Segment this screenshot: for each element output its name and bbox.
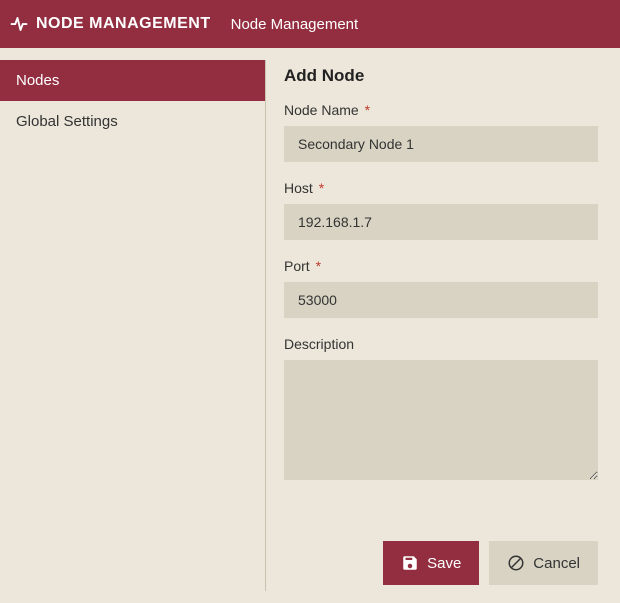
sidebar-item-global-settings[interactable]: Global Settings <box>0 101 265 142</box>
field-group-description: Description <box>284 336 598 485</box>
form-heading: Add Node <box>284 66 598 86</box>
label-text: Port <box>284 258 310 274</box>
field-group-port: Port * <box>284 258 598 318</box>
save-icon <box>401 554 419 572</box>
sidebar-item-nodes[interactable]: Nodes <box>0 60 265 101</box>
label-text: Host <box>284 180 313 196</box>
sidebar: Nodes Global Settings <box>0 48 265 603</box>
description-textarea[interactable] <box>284 360 598 480</box>
label-node-name: Node Name * <box>284 102 598 118</box>
cancel-button[interactable]: Cancel <box>489 541 598 585</box>
sidebar-item-label: Global Settings <box>16 113 118 130</box>
node-name-input[interactable] <box>284 126 598 162</box>
required-marker: * <box>365 102 370 118</box>
cancel-button-label: Cancel <box>533 555 580 572</box>
page-title: Node Management <box>231 16 359 33</box>
port-input[interactable] <box>284 282 598 318</box>
main-layout: Nodes Global Settings Add Node Node Name… <box>0 48 620 603</box>
label-text: Description <box>284 336 354 352</box>
label-text: Node Name <box>284 102 359 118</box>
app-header: NODE MANAGEMENT Node Management <box>0 0 620 48</box>
field-group-host: Host * <box>284 180 598 240</box>
main-content: Add Node Node Name * Host * Port * <box>266 48 620 603</box>
activity-icon <box>8 13 30 35</box>
label-port: Port * <box>284 258 598 274</box>
sidebar-item-label: Nodes <box>16 72 59 89</box>
required-marker: * <box>316 258 321 274</box>
required-marker: * <box>319 180 324 196</box>
app-title: NODE MANAGEMENT <box>36 15 211 33</box>
button-row: Save Cancel <box>284 521 598 585</box>
host-input[interactable] <box>284 204 598 240</box>
cancel-icon <box>507 554 525 572</box>
save-button[interactable]: Save <box>383 541 479 585</box>
label-host: Host * <box>284 180 598 196</box>
field-group-node-name: Node Name * <box>284 102 598 162</box>
label-description: Description <box>284 336 598 352</box>
save-button-label: Save <box>427 555 461 572</box>
